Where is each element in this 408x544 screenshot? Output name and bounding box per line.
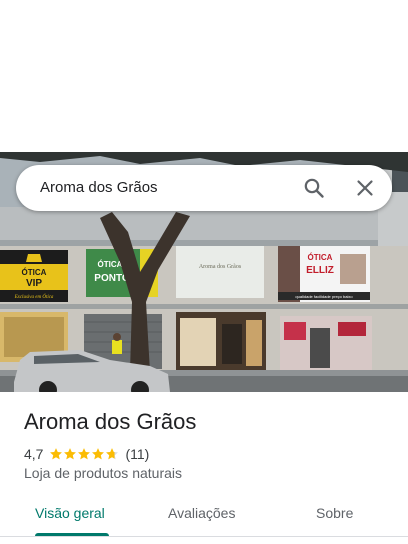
star-icon — [50, 448, 63, 460]
place-tabs: Visão geral Avaliações Sobre — [0, 496, 408, 537]
rating-value: 4,7 — [24, 446, 44, 462]
rating-row[interactable]: 4,7 (11) — [24, 445, 149, 463]
star-icon — [92, 448, 105, 460]
ponto-sign-line1: ÓTICA — [98, 260, 123, 269]
tab-about[interactable]: Sobre — [316, 505, 353, 521]
vip-sign-line1: ÓTICA — [22, 268, 47, 277]
close-icon[interactable] — [353, 176, 377, 200]
star-icon — [64, 448, 77, 460]
search-icon[interactable] — [302, 176, 326, 200]
search-query[interactable]: Aroma dos Grãos — [40, 179, 158, 196]
review-count[interactable]: (11) — [125, 446, 149, 462]
vip-sign-tagline: Exclusiva em Ótica — [14, 294, 54, 300]
search-bar[interactable]: Aroma dos Grãos — [16, 165, 392, 211]
place-category[interactable]: Loja de produtos naturais — [24, 465, 182, 481]
tab-overview[interactable]: Visão geral — [35, 505, 105, 521]
star-half-icon — [106, 448, 119, 460]
elliz-sign-line2: ELLIZ — [306, 265, 334, 276]
vip-sign-line2: VIP — [26, 278, 42, 289]
tab-reviews[interactable]: Avaliações — [168, 505, 235, 521]
elliz-sign-line1: ÓTICA — [308, 253, 333, 262]
active-tab-indicator — [35, 533, 109, 536]
elliz-sign-strip: qualidade facilidade preço baixo — [295, 294, 353, 299]
star-rating — [49, 447, 119, 461]
place-name: Aroma dos Grãos — [24, 409, 197, 434]
aroma-sign: Aroma dos Grãos — [199, 264, 242, 270]
star-icon — [78, 448, 91, 460]
